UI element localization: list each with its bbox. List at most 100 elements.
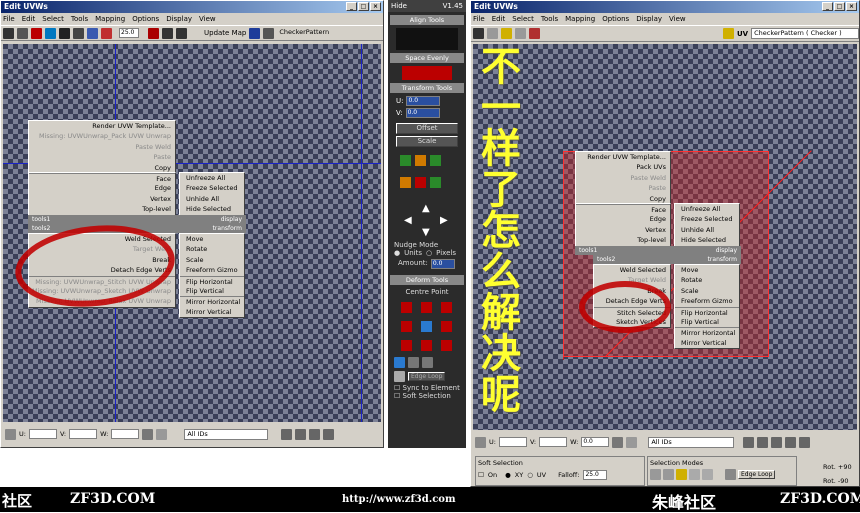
mirror-v-icon[interactable] xyxy=(430,177,441,188)
menu-item[interactable]: Freeform Gizmo xyxy=(675,296,739,306)
snap-icon[interactable] xyxy=(176,27,187,39)
left-eye-icon[interactable] xyxy=(156,428,168,440)
menubar-item[interactable]: Mapping xyxy=(565,13,595,25)
menu-item[interactable]: Mirror Horizontal xyxy=(675,327,739,337)
menubar-item[interactable]: View xyxy=(669,13,686,25)
menubar-item[interactable]: Options xyxy=(602,13,629,25)
menu-item[interactable]: Unhide All xyxy=(180,194,244,204)
left-minimize-button[interactable]: _ xyxy=(346,2,357,11)
menu-item[interactable]: Mirror Vertical xyxy=(675,338,739,348)
menubar-item[interactable]: View xyxy=(199,13,216,25)
flip-icon[interactable] xyxy=(400,177,411,188)
menu-item[interactable]: Freeze Selected xyxy=(180,183,244,193)
r-move-icon[interactable] xyxy=(473,28,484,39)
panel-u-input[interactable]: 0.0 xyxy=(406,96,441,106)
uv-radio[interactable]: ○ xyxy=(527,471,533,479)
menu-item[interactable]: Rotate xyxy=(675,275,739,285)
right-maximize-button[interactable]: □ xyxy=(834,2,845,11)
menubar-item[interactable]: Mapping xyxy=(95,13,125,25)
plus-icon[interactable] xyxy=(689,469,700,480)
menu-item[interactable]: Weld Selected xyxy=(594,265,670,275)
left-v-input[interactable] xyxy=(69,429,98,439)
right-close-button[interactable]: × xyxy=(846,2,857,11)
amount-input[interactable]: 0.0 xyxy=(430,259,455,269)
poly-mode-icon[interactable] xyxy=(422,357,433,368)
r-x-icon[interactable] xyxy=(529,28,540,39)
expand-icon[interactable] xyxy=(73,27,84,39)
rotate-icon[interactable] xyxy=(17,27,28,39)
left-zoom-extents-icon[interactable] xyxy=(323,428,335,440)
right-ids-dropdown[interactable]: All IDs xyxy=(648,436,735,448)
target-weld-icon[interactable] xyxy=(101,27,112,39)
falloff-input[interactable]: 25.0 xyxy=(583,470,608,480)
menu-item[interactable]: Freeze Selected xyxy=(675,214,739,224)
nudge-left-icon[interactable]: ◀ xyxy=(404,215,412,226)
menubar-item[interactable]: Tools xyxy=(71,13,88,25)
menu-item[interactable]: Flip Horizontal xyxy=(180,275,244,286)
edge-loop-button[interactable]: Edge Loop xyxy=(408,372,446,381)
menu-item[interactable]: Scale xyxy=(180,255,244,265)
left-uv-viewport[interactable]: Render UVW Template... Missing: UVWUnwrap… xyxy=(3,44,381,422)
menu-item[interactable]: Unhide All xyxy=(675,225,739,235)
left-maximize-button[interactable]: □ xyxy=(358,2,369,11)
menu-item[interactable]: Unfreeze All xyxy=(180,173,244,183)
sync-checkbox[interactable]: ☐ xyxy=(394,384,400,392)
menu-item[interactable]: Face xyxy=(576,204,670,214)
menu-item[interactable]: Top-level xyxy=(576,235,670,245)
left-u-input[interactable] xyxy=(28,429,57,439)
cp-tl[interactable] xyxy=(401,302,412,313)
r-u-input[interactable] xyxy=(498,437,527,447)
menubar-item[interactable]: File xyxy=(473,13,485,25)
r-zoom-extents-icon[interactable] xyxy=(785,436,797,448)
freeform-icon[interactable] xyxy=(45,27,56,39)
cp-c[interactable] xyxy=(421,321,432,332)
nudge-down-icon[interactable]: ▼ xyxy=(422,227,430,238)
scale-icon[interactable] xyxy=(31,27,42,39)
paint-sel-icon[interactable] xyxy=(725,469,736,480)
menubar-item[interactable]: Display xyxy=(166,13,192,25)
rotate-90-icon[interactable] xyxy=(430,155,441,166)
menu-item[interactable]: Pack UVs xyxy=(576,162,670,172)
r-v-input[interactable] xyxy=(539,437,568,447)
soft-on-checkbox[interactable]: ☐ xyxy=(478,471,484,479)
face-sel-icon[interactable] xyxy=(676,469,687,480)
menubar-item[interactable]: Select xyxy=(512,13,534,25)
menu-item[interactable]: Render UVW Template... xyxy=(29,121,175,131)
rot-plus-90[interactable]: Rot. +90 xyxy=(823,463,852,471)
left-zoom-region-icon[interactable] xyxy=(309,428,321,440)
menubar-item[interactable]: Edit xyxy=(22,13,36,25)
r-lock-icon[interactable] xyxy=(475,436,486,448)
menubar-item[interactable]: File xyxy=(3,13,15,25)
space-evenly-header[interactable]: Space Evenly xyxy=(390,53,464,63)
menu-item[interactable]: Flip Vertical xyxy=(180,286,244,296)
show-map-icon[interactable] xyxy=(249,27,261,39)
r-mirror-icon[interactable] xyxy=(487,28,498,39)
menu-item[interactable]: Paste Weld xyxy=(576,173,670,183)
r-w-input[interactable]: 0.0 xyxy=(581,437,610,447)
menu-item[interactable]: Rotate xyxy=(180,244,244,254)
nudge-right-icon[interactable]: ▶ xyxy=(440,215,448,226)
menu-item[interactable]: Freeform Gizmo xyxy=(180,265,244,275)
r-box-icon[interactable] xyxy=(515,28,526,39)
uv-icon[interactable] xyxy=(263,27,275,39)
cp-l[interactable] xyxy=(401,321,412,332)
cp-br[interactable] xyxy=(441,340,452,351)
cp-r[interactable] xyxy=(441,321,452,332)
nudge-up-icon[interactable]: ▲ xyxy=(422,203,430,214)
r-eye-icon[interactable] xyxy=(626,436,638,448)
vertex-mode-icon[interactable] xyxy=(650,469,661,480)
left-lock-icon[interactable] xyxy=(5,428,16,440)
soft-checkbox[interactable]: ☐ xyxy=(394,392,400,400)
rotate-cw-icon[interactable] xyxy=(415,155,426,166)
menu-item[interactable]: Paste xyxy=(29,152,175,162)
rot-minus-90[interactable]: Rot. -90 xyxy=(823,477,849,485)
cp-t[interactable] xyxy=(421,302,432,313)
left-ids-dropdown[interactable]: All IDs xyxy=(184,428,269,440)
menubar-item[interactable]: Display xyxy=(636,13,662,25)
menu-item[interactable]: Edge xyxy=(29,183,175,193)
r-show-map-icon[interactable] xyxy=(723,28,734,39)
left-spinner[interactable]: 25.0 xyxy=(119,28,139,38)
cp-tr[interactable] xyxy=(441,302,452,313)
right-minimize-button[interactable]: _ xyxy=(822,2,833,11)
menu-item[interactable]: Missing: UVWUnwrap_Pack UVW Unwrap xyxy=(29,131,175,141)
